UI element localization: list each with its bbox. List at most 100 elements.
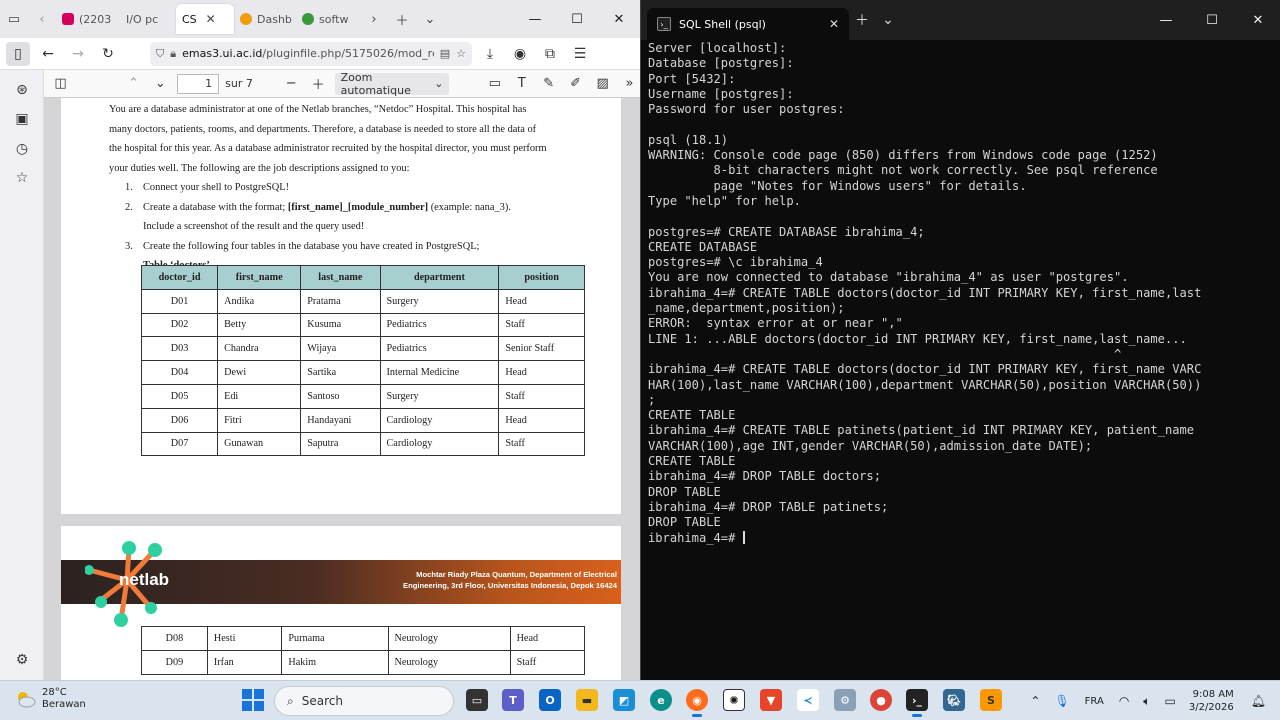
- address-bar[interactable]: ⛉ 🔒︎ emas3.ui.ac.id/pluginfile.php/51750…: [150, 41, 472, 66]
- back-icon[interactable]: ←: [36, 42, 60, 66]
- pdf-toolbar: ◫ ⌃ ⌄ 1 sur 7 − ＋ Zoom automatique ⌄ ▭ T…: [44, 70, 640, 98]
- comment-icon[interactable]: ▭: [484, 73, 505, 95]
- reload-icon[interactable]: ↻: [96, 42, 120, 66]
- pdf-sidebar-toggle-icon[interactable]: ◫: [50, 73, 71, 95]
- input-language[interactable]: FRA: [1085, 696, 1104, 707]
- settings-gear-icon[interactable]: ⚙: [10, 648, 34, 672]
- weather-cloud-icon: [14, 690, 36, 708]
- close-tab-icon[interactable]: ✕: [829, 17, 839, 31]
- weather-widget[interactable]: 28°C Berawan: [14, 687, 86, 711]
- browser-tab-4[interactable]: Dashb: [234, 4, 296, 34]
- lock-icon[interactable]: 🔒︎: [170, 47, 176, 61]
- text-tool-icon[interactable]: T: [511, 73, 532, 95]
- close-window-icon[interactable]: ✕: [598, 12, 640, 27]
- forward-icon[interactable]: →: [66, 42, 90, 66]
- new-tab-icon[interactable]: ＋: [849, 7, 875, 33]
- tab-scroll-right-icon[interactable]: ›: [360, 5, 388, 33]
- close-window-icon[interactable]: ✕: [1235, 13, 1280, 28]
- brave-icon[interactable]: ▼: [760, 689, 782, 711]
- column-header: department: [379, 265, 500, 290]
- terminal-taskbar-icon[interactable]: ›_: [906, 689, 928, 717]
- browser-tab-3[interactable]: CS ✕: [176, 4, 234, 34]
- table-cell: Staff: [498, 383, 585, 409]
- edge-icon[interactable]: e: [650, 689, 672, 711]
- zoom-out-icon[interactable]: −: [281, 73, 302, 95]
- chevron-down-icon[interactable]: ⌄: [875, 7, 901, 33]
- clock[interactable]: 9:08 AM 3/2/2026: [1189, 688, 1234, 714]
- vscode-icon[interactable]: ≺: [797, 689, 819, 711]
- terminal-tab[interactable]: ›_ SQL Shell (psql) ✕: [647, 8, 849, 40]
- extensions-icon[interactable]: ⧉: [538, 42, 562, 66]
- tab-overflow-chevron-icon[interactable]: ⌄: [416, 5, 444, 33]
- draw-tool-icon[interactable]: ✎: [538, 73, 559, 95]
- ai-chat-icon[interactable]: ⊛: [10, 78, 34, 102]
- outlook-icon[interactable]: O: [539, 689, 561, 711]
- terminal-line: Password for user postgres:: [648, 102, 845, 117]
- table-cell: Surgery: [379, 383, 500, 409]
- table-cell: Saputra: [300, 431, 381, 457]
- sidebar-toggle-icon[interactable]: ▯: [6, 41, 30, 66]
- file-explorer-icon[interactable]: ▬: [576, 689, 598, 711]
- bookmark-star-icon[interactable]: ☆: [456, 47, 466, 60]
- taskbar-search[interactable]: ⌕ Search: [274, 686, 454, 716]
- settings-icon[interactable]: ⚙: [834, 689, 856, 711]
- table-cell: Sartika: [300, 360, 381, 385]
- close-tab-icon[interactable]: ✕: [206, 12, 216, 26]
- browser-tab-5[interactable]: softw: [296, 4, 360, 34]
- postgresql-icon[interactable]: 🐘︎: [943, 689, 965, 711]
- maximize-icon[interactable]: ☐: [1189, 13, 1235, 28]
- windows-start-icon[interactable]: [242, 689, 264, 711]
- table-cell: D02: [140, 312, 219, 338]
- taskbar: 28°C Berawan ⌕ Search ▭ T O ▬ ◩ e ◉ ✺ ▼ …: [0, 680, 1280, 720]
- next-page-icon[interactable]: ⌄: [150, 73, 171, 95]
- image-tool-icon[interactable]: ▨: [592, 73, 613, 95]
- table-cell: Staff: [498, 431, 585, 457]
- task-view-icon[interactable]: ▭: [466, 689, 488, 711]
- column-header: position: [498, 265, 585, 290]
- teams-icon[interactable]: T: [502, 689, 524, 711]
- downloads-icon[interactable]: ⤓: [478, 42, 502, 66]
- table-row: D07 Gunawan Saputra Cardiology Staff: [140, 431, 585, 457]
- account-icon[interactable]: ◉: [508, 42, 532, 66]
- page-number-input[interactable]: 1: [176, 73, 220, 94]
- table-body: D08 Hesti Purnama Neurology Head D09 Irfan Haki…: [141, 626, 586, 675]
- firefox-icon[interactable]: ◉: [686, 689, 708, 717]
- maximize-icon[interactable]: ☐: [556, 12, 598, 27]
- terminal-prompt-line[interactable]: ibrahima_4=#: [648, 530, 1274, 546]
- photos-icon[interactable]: ◩: [613, 689, 635, 711]
- browser-tab-1[interactable]: (2203: [56, 4, 120, 34]
- minimize-icon[interactable]: —: [514, 12, 556, 27]
- shield-icon[interactable]: ⛉: [156, 47, 164, 61]
- battery-icon[interactable]: ▭: [1165, 694, 1176, 708]
- previous-page-icon[interactable]: ⌃: [123, 73, 144, 95]
- reader-view-icon[interactable]: ▤: [440, 47, 450, 60]
- synced-tabs-icon[interactable]: ▣: [10, 107, 34, 131]
- new-tab-icon[interactable]: ＋: [388, 5, 416, 33]
- terminal-line: ibrahima_4=# CREATE TABLE doctors(doctor…: [648, 362, 1202, 377]
- browser-tab-2[interactable]: I/O pc: [120, 4, 176, 34]
- chatgpt-icon[interactable]: ✺: [723, 689, 745, 711]
- volume-icon[interactable]: 🔈︎: [1143, 694, 1150, 709]
- terminal-output[interactable]: Server [localhost]: Database [postgres]: P…: [648, 41, 1274, 546]
- wifi-icon[interactable]: ◠: [1119, 694, 1129, 708]
- pdf-viewer[interactable]: You are a database administrator at one …: [44, 98, 640, 680]
- zoom-in-icon[interactable]: ＋: [308, 73, 329, 95]
- table-cell: D05: [140, 383, 219, 409]
- zoom-select[interactable]: Zoom automatique ⌄: [334, 71, 450, 97]
- microphone-icon[interactable]: 🎙︎: [1054, 694, 1069, 708]
- tab-list-icon[interactable]: ▭: [0, 5, 28, 33]
- terminal-line: DROP TABLE: [648, 515, 721, 530]
- table-cell: Dewi: [217, 360, 302, 385]
- notifications-bell-icon[interactable]: 🔔︎: [1251, 694, 1266, 708]
- sublime-text-icon[interactable]: S: [980, 689, 1002, 711]
- chrome-icon[interactable]: ●: [870, 689, 892, 711]
- table-cell: Head: [498, 360, 585, 385]
- bookmarks-icon[interactable]: ☆: [10, 166, 34, 190]
- tab-scroll-left-icon[interactable]: ‹: [28, 5, 56, 33]
- highlight-tool-icon[interactable]: ✐: [565, 73, 586, 95]
- menu-icon[interactable]: ☰: [568, 42, 592, 66]
- minimize-icon[interactable]: —: [1143, 13, 1189, 28]
- toolbar-overflow-icon[interactable]: »: [619, 73, 640, 95]
- history-icon[interactable]: ◷: [10, 137, 34, 161]
- chevron-up-icon[interactable]: ⌃: [1030, 694, 1040, 708]
